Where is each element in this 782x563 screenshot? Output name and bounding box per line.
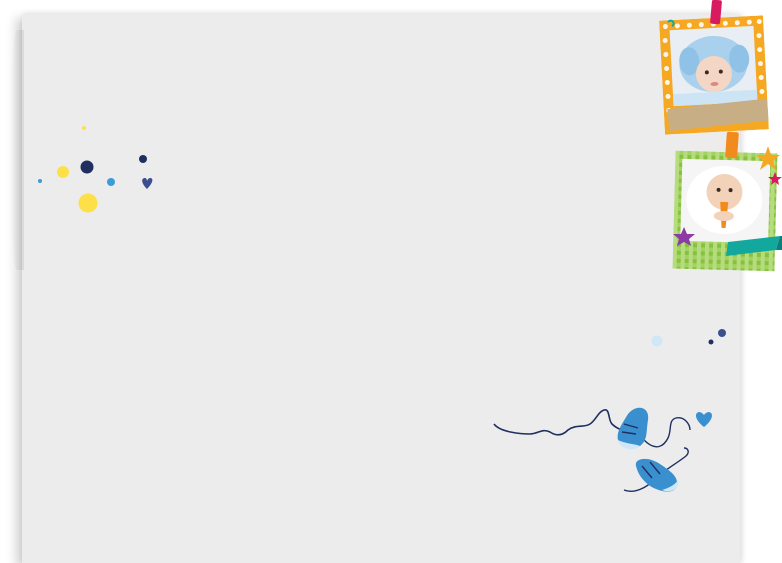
- confetti-dot: [38, 179, 42, 183]
- confetti-dot: [718, 329, 726, 337]
- heart-icon: [696, 412, 712, 427]
- shoelace-string: [493, 409, 637, 436]
- confetti-dot: [708, 339, 714, 345]
- confetti-dots-right: [651, 329, 726, 347]
- baby-with-carrot-photo: [672, 150, 778, 272]
- baby-elephant-hood-photo: [659, 15, 769, 135]
- confetti-dot: [107, 178, 115, 186]
- confetti-dot: [139, 155, 147, 163]
- confetti-dot: [82, 126, 86, 130]
- confetti-dot: [80, 160, 94, 174]
- photo-frame-green: [672, 150, 778, 272]
- confetti-dots: [38, 126, 153, 213]
- confetti-dot: [651, 335, 663, 347]
- photo-frame-orange: [659, 15, 769, 135]
- confetti-dot: [78, 193, 98, 213]
- baby-shoes-icon: [493, 407, 712, 492]
- shoelace-string: [643, 416, 691, 448]
- heart-icon: [142, 178, 153, 189]
- confetti-dot: [57, 166, 69, 178]
